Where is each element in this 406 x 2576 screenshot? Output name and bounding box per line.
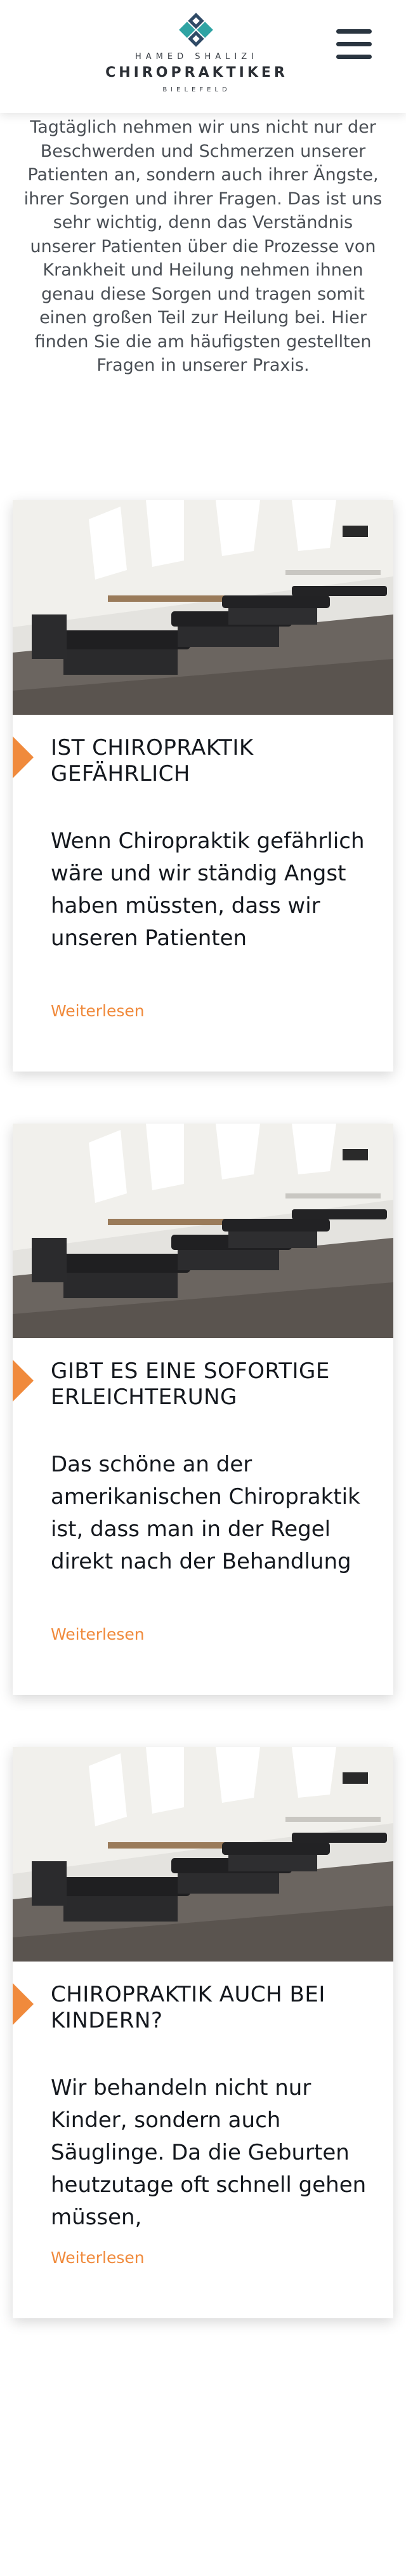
menu-bar <box>336 29 372 34</box>
card-excerpt: Das schöne an der amerikanischen Chiropr… <box>51 1452 360 1574</box>
card-accent-arrow <box>13 736 34 778</box>
faq-card: Gibt es eine sofortige Erleichterung Das… <box>13 1124 393 1695</box>
hamburger-menu-icon[interactable] <box>332 25 374 63</box>
card-title: Gibt es eine sofortige Erleichterung <box>51 1358 330 1410</box>
card-accent-arrow <box>13 1360 34 1402</box>
card-accent-arrow <box>13 1983 34 2025</box>
logo[interactable]: HAMED SHALIZI CHIROPRAKTIKER BIELEFELD <box>102 9 292 104</box>
logo-mark-icon <box>179 13 213 47</box>
card-title: Chiropraktik auch bei Kindern? <box>51 1982 325 2033</box>
practice-room-image <box>13 500 393 715</box>
read-more-link[interactable]: Weiterlesen <box>51 1625 145 1643</box>
intro-text: Tagtäglich nehmen wir uns nicht nur der … <box>23 117 383 375</box>
read-more-link[interactable]: Weiterlesen <box>51 1002 145 1020</box>
practice-room-image <box>13 1747 393 1962</box>
practice-room-image <box>13 1124 393 1338</box>
card-excerpt: Wenn Chiropraktik gefährlich wäre und wi… <box>51 828 365 951</box>
logo-name: HAMED SHALIZI <box>135 52 258 62</box>
card-excerpt: Wir behandeln nicht nur Kinder, sondern … <box>51 2075 367 2230</box>
menu-bar <box>336 55 372 59</box>
menu-bar <box>336 42 372 46</box>
faq-card: Ist Chiropraktik gefährlich Wenn Chiropr… <box>13 500 393 1072</box>
card-title: Ist Chiropraktik gefährlich <box>51 735 254 787</box>
faq-card: Chiropraktik auch bei Kindern? Wir behan… <box>13 1747 393 2318</box>
read-more-link[interactable]: Weiterlesen <box>51 2248 145 2267</box>
logo-title: CHIROPRAKTIKER <box>105 65 288 81</box>
site-header: HAMED SHALIZI CHIROPRAKTIKER BIELEFELD <box>0 0 406 113</box>
logo-city: BIELEFELD <box>162 86 231 93</box>
